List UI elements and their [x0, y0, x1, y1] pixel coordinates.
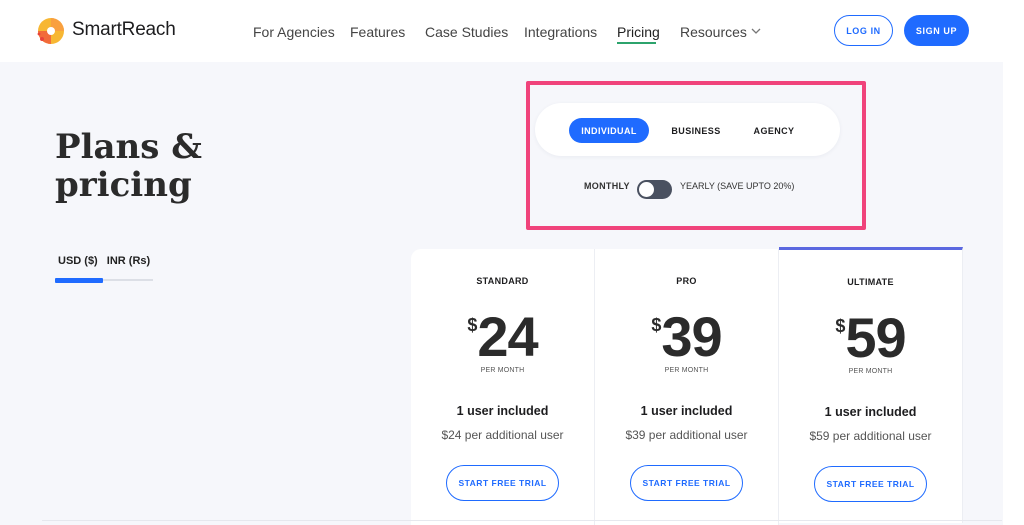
currency-inr-option[interactable]: INR (Rs)	[107, 255, 150, 267]
currency-active-indicator	[55, 278, 103, 283]
nav-case-studies[interactable]: Case Studies	[425, 24, 508, 40]
chevron-down-icon[interactable]	[751, 27, 761, 35]
start-free-trial-button[interactable]: START FREE TRIAL	[446, 465, 559, 501]
brand-name[interactable]: SmartReach	[72, 19, 176, 41]
price-currency-symbol: $	[835, 316, 846, 336]
plan-name: PRO	[676, 276, 697, 286]
nav-active-underline	[617, 42, 656, 44]
plan-price: $24	[411, 307, 594, 367]
price-currency-symbol: $	[467, 315, 478, 335]
price-value: 59	[845, 306, 906, 369]
currency-switcher: USD ($) INR (Rs)	[58, 255, 156, 267]
additional-user-price: $59 per additional user	[809, 429, 932, 443]
start-free-trial-button[interactable]: START FREE TRIAL	[814, 466, 927, 502]
price-period: PER MONTH	[664, 367, 709, 374]
nav-resources[interactable]: Resources	[680, 24, 747, 40]
users-included: 1 user included	[640, 404, 733, 418]
price-period: PER MONTH	[480, 367, 525, 374]
top-navigation: SmartReach For Agencies Features Case St…	[0, 0, 1024, 62]
additional-user-price: $39 per additional user	[625, 428, 748, 442]
price-value: 24	[477, 305, 538, 368]
plan-name: ULTIMATE	[847, 277, 894, 287]
highlight-annotation-box	[526, 81, 866, 230]
page-title-line2: pricing	[55, 165, 192, 205]
section-divider	[42, 520, 1002, 521]
plan-card-pro: PRO $39 PER MONTH 1 user included $39 pe…	[595, 249, 779, 525]
price-currency-symbol: $	[651, 315, 662, 335]
nav-integrations[interactable]: Integrations	[524, 24, 597, 40]
price-value: 39	[661, 305, 722, 368]
start-free-trial-button[interactable]: START FREE TRIAL	[630, 465, 743, 501]
currency-usd-option[interactable]: USD ($)	[58, 255, 98, 267]
plan-price: $59	[779, 308, 962, 368]
plan-price: $39	[595, 307, 778, 367]
page-title-line1: Plans &	[55, 127, 202, 167]
page-title: Plans & pricing	[55, 128, 202, 204]
nav-features[interactable]: Features	[350, 24, 405, 40]
additional-user-price: $24 per additional user	[441, 428, 564, 442]
signup-button[interactable]: SIGN UP	[904, 15, 969, 46]
users-included: 1 user included	[456, 404, 549, 418]
plan-card-ultimate: ULTIMATE $59 PER MONTH 1 user included $…	[779, 247, 963, 523]
login-button[interactable]: LOG IN	[834, 15, 893, 46]
smartreach-logo-icon[interactable]	[36, 16, 66, 46]
nav-pricing[interactable]: Pricing	[617, 24, 660, 40]
plan-card-standard: STANDARD $24 PER MONTH 1 user included $…	[411, 249, 595, 525]
price-period: PER MONTH	[848, 368, 893, 375]
nav-for-agencies[interactable]: For Agencies	[253, 24, 335, 40]
plan-name: STANDARD	[476, 276, 529, 286]
users-included: 1 user included	[824, 405, 917, 419]
